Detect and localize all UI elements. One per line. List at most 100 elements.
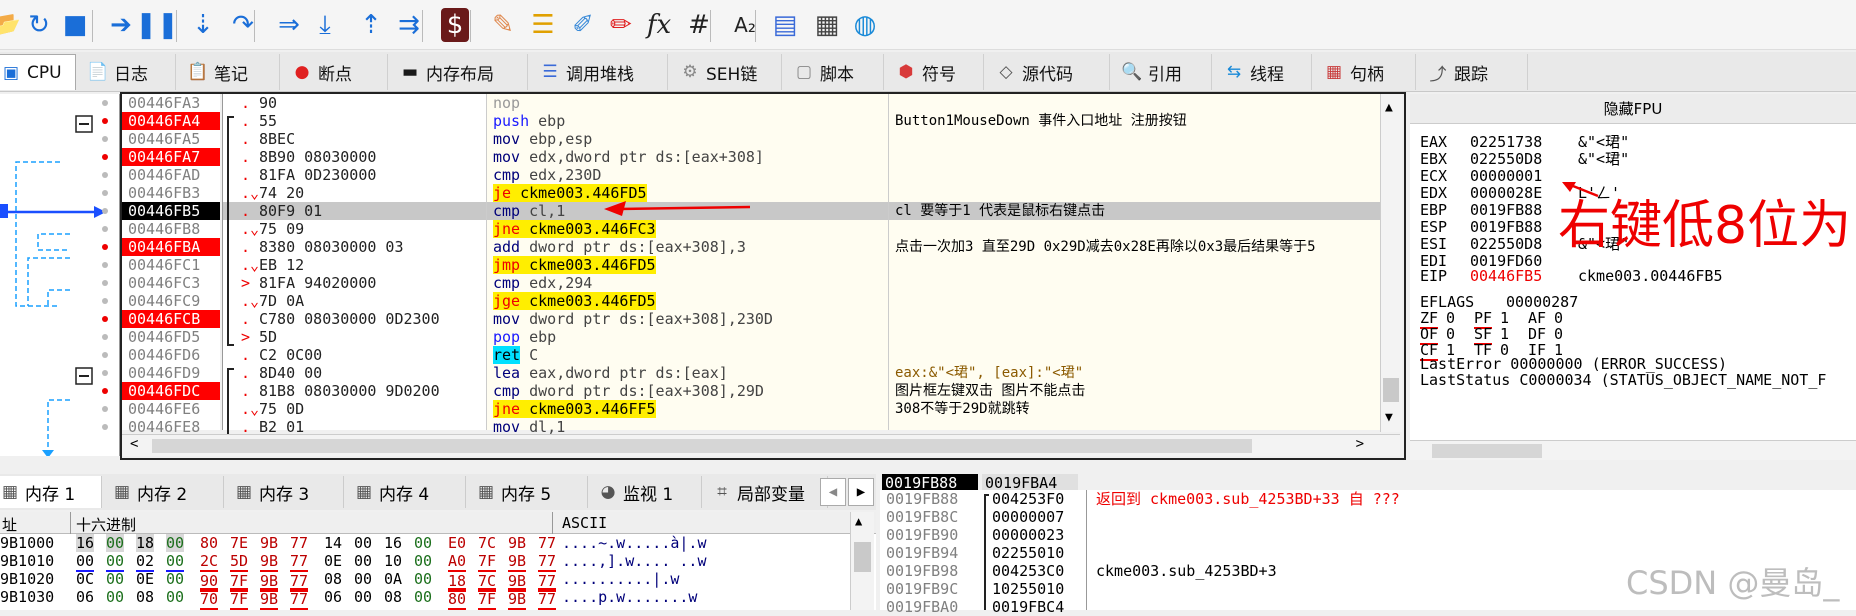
register-name[interactable]: EBX [1420,151,1447,168]
dump-byte[interactable]: 7F [478,552,497,572]
breakpoint-dot[interactable] [102,334,108,340]
patch-icon[interactable]: ✎ [486,8,520,42]
dump-byte[interactable]: 9B [508,534,526,552]
step-into-icon[interactable]: ⇣ [186,8,220,42]
memory-tab-1[interactable]: ▦ 内存 1 [0,476,102,508]
register-value[interactable]: 02251738 [1470,134,1542,151]
dump-byte[interactable]: 9B [508,588,527,610]
breakpoint-dot[interactable] [102,154,108,160]
dump-byte[interactable]: 9B [260,534,278,552]
memory-tab-3[interactable]: ▦ 内存 3 [226,476,344,508]
dump-byte[interactable]: E0 [448,534,466,552]
memory-tab-6[interactable]: ◕ 监视 1 [590,476,702,508]
dump-byte[interactable]: 77 [538,534,556,552]
breakpoint-dot[interactable] [102,136,108,142]
dump-byte[interactable]: 16 [76,534,95,552]
dump-byte[interactable]: 77 [290,534,308,552]
stack-address[interactable]: 0019FB98 [886,562,958,580]
register-value[interactable]: 00000001 [1470,168,1542,185]
dump-byte[interactable]: 00 [76,552,95,572]
dump-byte[interactable]: 00 [354,570,372,588]
dump-byte[interactable]: 00 [414,570,432,588]
dump-byte[interactable]: 77 [538,588,557,610]
breakpoint-dot[interactable] [102,370,108,376]
dump-byte[interactable]: 10 [384,552,402,570]
dump-byte[interactable]: 7E [230,534,248,552]
calculator-icon[interactable]: ▦ [810,8,844,42]
stack-value[interactable]: 02255010 [992,544,1064,562]
dump-byte[interactable]: 00 [106,534,125,552]
memory-tab-2[interactable]: ▦ 内存 2 [104,476,224,508]
tab-11[interactable]: 🔍 引用 [1112,54,1212,90]
breakpoint-dot[interactable] [102,118,108,124]
dump-byte[interactable]: 2C [200,552,219,572]
tab-14[interactable]: ⤴ 跟踪 [1418,54,1528,90]
dump-byte[interactable]: 18 [136,534,155,552]
dump-byte[interactable]: 80 [200,534,218,552]
stack-address[interactable]: 0019FB9C [886,580,958,598]
breakpoint-dot[interactable] [102,316,108,322]
breakpoint-dot[interactable] [102,280,108,286]
breakpoint-dot[interactable] [102,208,108,214]
restart-icon[interactable]: ↻ [22,8,56,42]
dump-byte[interactable]: A0 [448,552,467,572]
dump-byte[interactable]: 0C [76,570,94,588]
memory-map-icon[interactable]: ▤ [768,8,802,42]
bookmark-icon[interactable]: ✏ [604,8,638,42]
breakpoint-dot[interactable] [102,244,108,250]
dump-byte[interactable]: 00 [106,588,124,606]
comment-icon[interactable]: ☰ [526,8,560,42]
dump-byte[interactable]: 77 [290,552,309,572]
function-icon[interactable]: fx [642,8,676,42]
register-value[interactable]: 0019FB88 [1470,202,1542,219]
dump-byte[interactable]: 00 [354,534,372,552]
breakpoint-dot[interactable] [102,226,108,232]
dump-byte[interactable]: 9B [508,552,527,572]
run-to-user-code-icon[interactable]: ⇉ [392,8,426,42]
breakpoint-dot[interactable] [102,298,108,304]
dump-byte[interactable]: 00 [106,552,125,572]
breakpoint-dot[interactable] [102,172,108,178]
tab-1[interactable]: ▣ CPU [0,54,76,90]
register-value[interactable]: 0000028E [1470,185,1542,202]
dump-byte[interactable]: 5D [230,552,249,572]
dump-byte[interactable]: 00 [166,534,185,552]
dump-byte[interactable]: 00 [354,552,372,570]
stack-address[interactable]: 0019FBA0 [886,598,958,616]
dump-byte[interactable]: 16 [384,534,402,552]
register-name[interactable]: ESI [1420,236,1447,253]
run-icon[interactable]: ➔ [104,8,138,42]
next-tab-button[interactable]: ▶ [848,478,874,506]
tab-12[interactable]: ⇆ 线程 [1214,54,1312,90]
tab-10[interactable]: ◇ 源代码 [986,54,1110,90]
stack-value[interactable]: 0019FBC4 [992,598,1064,616]
stack-value[interactable]: 004253C0 [992,562,1064,580]
register-value[interactable]: 022550D8 [1470,236,1542,253]
eip-name[interactable]: EIP [1420,268,1447,285]
scylla-icon[interactable]: $ [441,8,469,42]
stack-address[interactable]: 0019FB90 [886,526,958,544]
tab-2[interactable]: 📄 日志 [78,54,176,90]
dump-byte[interactable]: 02 [136,552,155,572]
tab-13[interactable]: ▦ 句柄 [1314,54,1416,90]
tab-7[interactable]: ⚙ SEH链 [670,54,782,90]
font-icon[interactable]: A₂ [728,8,762,42]
stack-address[interactable]: 0019FB94 [886,544,958,562]
hide-fpu-button[interactable]: 隐藏FPU [1410,94,1856,124]
dump-byte[interactable]: 9B [260,552,279,572]
trace-into-icon[interactable]: ⇒ [272,8,306,42]
register-scroll-thumb[interactable] [1432,444,1542,458]
dump-byte[interactable]: 00 [166,588,184,606]
dump-byte[interactable]: 08 [384,588,402,606]
dump-byte[interactable]: 0E [324,552,342,570]
globe-icon[interactable]: ◍ [848,8,882,42]
dump-byte[interactable]: 0E [136,570,154,588]
tab-6[interactable]: ☰ 调用堆栈 [530,54,668,90]
tab-3[interactable]: 📋 笔记 [178,54,280,90]
folder-icon[interactable]: 📂 [0,8,22,42]
stack-address[interactable]: 0019FB88 [886,490,958,508]
memory-tab-5[interactable]: ▦ 内存 5 [468,476,588,508]
dump-byte[interactable]: 7C [478,534,496,552]
breakpoint-dot[interactable] [102,262,108,268]
dump-byte[interactable]: 00 [354,588,372,606]
